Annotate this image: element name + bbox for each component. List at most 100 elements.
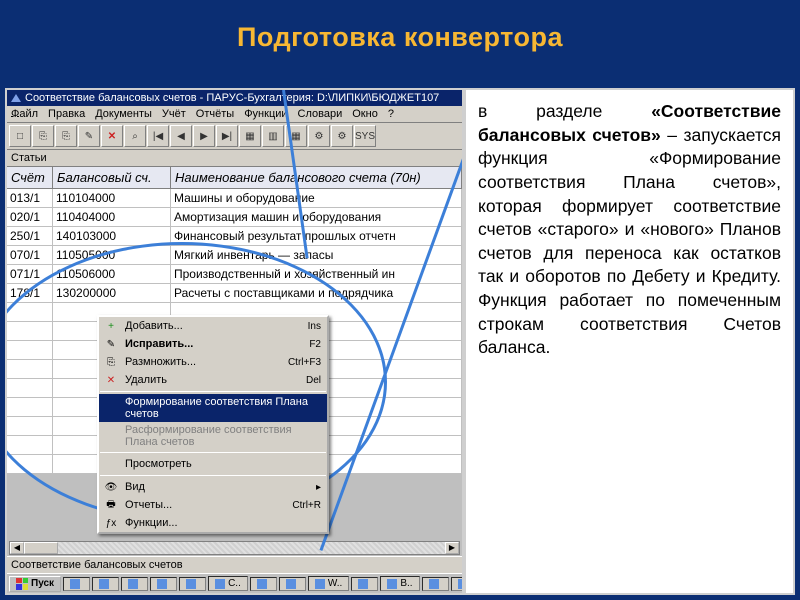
ctx-item-8[interactable]: Просмотреть [99, 455, 327, 473]
toolbar-btn-7[interactable]: ◀ [170, 125, 192, 147]
taskbar-item-6[interactable] [250, 577, 277, 591]
ctx-item-0[interactable]: +Добавить...Ins [99, 317, 327, 335]
ctx-item-11[interactable]: 🖶 Отчеты...Ctrl+R [99, 496, 327, 514]
menu-help[interactable]: ? [388, 108, 394, 120]
ctx-shortcut: ▸ [316, 482, 321, 493]
toolbar-btn-3[interactable]: ✎ [78, 125, 100, 147]
toolbar-btn-5[interactable]: ⌕ [124, 125, 146, 147]
taskbar-item-3[interactable] [150, 577, 177, 591]
menu-separator [100, 452, 326, 453]
menu-bar[interactable]: Файл Правка Документы Учёт Отчёты Функци… [7, 106, 462, 123]
taskbar-item-8[interactable]: W.. [308, 576, 349, 591]
toolbar-btn-2[interactable]: ⎘ [55, 125, 77, 147]
toolbar-btn-4[interactable]: ✕ [101, 125, 123, 147]
ctx-shortcut: Ctrl+F3 [288, 357, 321, 368]
section-title: Статьи [7, 150, 462, 167]
slide-title: Подготовка конвертора [0, 0, 800, 67]
grid-header: Счёт Балансовый сч. Наименование балансо… [7, 167, 462, 189]
context-menu[interactable]: +Добавить...Ins✎Исправить...F2 ⎘ Размножит… [97, 315, 329, 534]
ctx-icon: 🖶 [103, 498, 119, 512]
menu-window[interactable]: Окно [352, 108, 378, 120]
table-row[interactable]: 250/1140103000Финансовый результат прошл… [7, 227, 462, 246]
ctx-item-12[interactable]: ƒx Функции... [99, 514, 327, 532]
toolbar-btn-14[interactable]: ⚙ [331, 125, 353, 147]
ctx-label: Расформирование соответствия Плана счето… [125, 424, 321, 448]
taskbar-item-10[interactable]: B.. [380, 576, 419, 591]
menu-file[interactable]: Файл [11, 108, 38, 120]
toolbar-btn-6[interactable]: |◀ [147, 125, 169, 147]
ctx-icon: ✕ [103, 373, 119, 387]
ctx-item-1[interactable]: ✎Исправить...F2 [99, 335, 327, 353]
taskbar[interactable]: Пуск C.. W.. B.. [7, 573, 462, 593]
taskbar-item-1[interactable] [92, 577, 119, 591]
horizontal-scrollbar[interactable]: ◀ ▶ [9, 541, 460, 555]
ctx-label: Формирование соответствия Плана счетов [125, 396, 321, 420]
start-button[interactable]: Пуск [9, 576, 61, 592]
status-bar: Соответствие балансовых счетов [7, 556, 462, 573]
ctx-item-6: Расформирование соответствия Плана счето… [99, 422, 327, 450]
table-row[interactable]: 013/1110104000Машины и оборудование [7, 189, 462, 208]
toolbar-btn-0[interactable]: □ [9, 125, 31, 147]
menu-reports[interactable]: Отчёты [196, 108, 234, 120]
ctx-icon: ƒx [103, 516, 119, 530]
ctx-icon: + [103, 319, 119, 333]
taskbar-item-12[interactable] [451, 577, 464, 591]
col-name[interactable]: Наименование балансового счета (70н) [171, 167, 462, 188]
toolbar-btn-11[interactable]: ▥ [262, 125, 284, 147]
toolbar-btn-10[interactable]: ▦ [239, 125, 261, 147]
ctx-shortcut: Del [306, 375, 321, 386]
table-row[interactable]: 178/1130200000Расчеты с поставщиками и п… [7, 284, 462, 303]
toolbar-btn-12[interactable]: ▦ [285, 125, 307, 147]
ctx-item-10[interactable]: 👁Вид▸ [99, 478, 327, 496]
scroll-left-arrow-icon[interactable]: ◀ [10, 542, 24, 554]
menu-separator [100, 391, 326, 392]
taskbar-item-4[interactable] [179, 577, 206, 591]
ctx-label: Размножить... [125, 356, 288, 368]
toolbar-btn-13[interactable]: ⚙ [308, 125, 330, 147]
ctx-label: Исправить... [125, 338, 309, 350]
scroll-thumb[interactable] [24, 542, 58, 554]
desc-text: в разделе [478, 101, 651, 121]
menu-separator [100, 475, 326, 476]
table-row[interactable]: 020/1110404000Амортизация машин и оборуд… [7, 208, 462, 227]
menu-dict[interactable]: Словари [298, 108, 343, 120]
col-account[interactable]: Счёт [7, 167, 53, 188]
ctx-label: Функции... [125, 517, 321, 529]
taskbar-item-0[interactable] [63, 577, 90, 591]
ctx-shortcut: Ctrl+R [292, 500, 321, 511]
toolbar: □⎘⎘✎✕⌕|◀◀▶▶|▦▥▦⚙⚙SYS [7, 123, 462, 150]
menu-acct[interactable]: Учёт [162, 108, 186, 120]
ctx-item-5[interactable]: Формирование соответствия Плана счетов [99, 394, 327, 422]
menu-docs[interactable]: Документы [95, 108, 152, 120]
window-titlebar: Соответствие балансовых счетов - ПАРУС-Б… [7, 90, 462, 106]
windows-flag-icon [16, 578, 28, 590]
ctx-icon: ⎘ [103, 355, 119, 369]
scroll-right-arrow-icon[interactable]: ▶ [445, 542, 459, 554]
col-balance[interactable]: Балансовый сч. [53, 167, 171, 188]
app-icon [11, 94, 21, 102]
ctx-icon [103, 457, 119, 471]
table-row[interactable]: 070/1110505000Мягкий инвентарь — запасы [7, 246, 462, 265]
menu-edit[interactable]: Правка [48, 108, 85, 120]
ctx-item-2[interactable]: ⎘ Размножить...Ctrl+F3 [99, 353, 327, 371]
window-title: Соответствие балансовых счетов - ПАРУС-Б… [25, 92, 439, 104]
desc-text: – запускается функция «Формирование соот… [478, 125, 781, 358]
ctx-icon [103, 401, 119, 415]
ctx-label: Отчеты... [125, 499, 292, 511]
taskbar-item-9[interactable] [351, 577, 378, 591]
taskbar-item-2[interactable] [121, 577, 148, 591]
toolbar-btn-9[interactable]: ▶| [216, 125, 238, 147]
taskbar-item-11[interactable] [422, 577, 449, 591]
ctx-item-3[interactable]: ✕УдалитьDel [99, 371, 327, 389]
taskbar-item-7[interactable] [279, 577, 306, 591]
ctx-shortcut: Ins [308, 321, 321, 332]
taskbar-item-5[interactable]: C.. [208, 576, 248, 591]
toolbar-btn-15[interactable]: SYS [354, 125, 376, 147]
scroll-track[interactable] [58, 542, 445, 554]
ctx-icon [103, 429, 119, 443]
toolbar-btn-1[interactable]: ⎘ [32, 125, 54, 147]
ctx-label: Просмотреть [125, 458, 321, 470]
table-row[interactable]: 071/1110506000Производственный и хозяйст… [7, 265, 462, 284]
toolbar-btn-8[interactable]: ▶ [193, 125, 215, 147]
menu-func[interactable]: Функции [244, 108, 287, 120]
